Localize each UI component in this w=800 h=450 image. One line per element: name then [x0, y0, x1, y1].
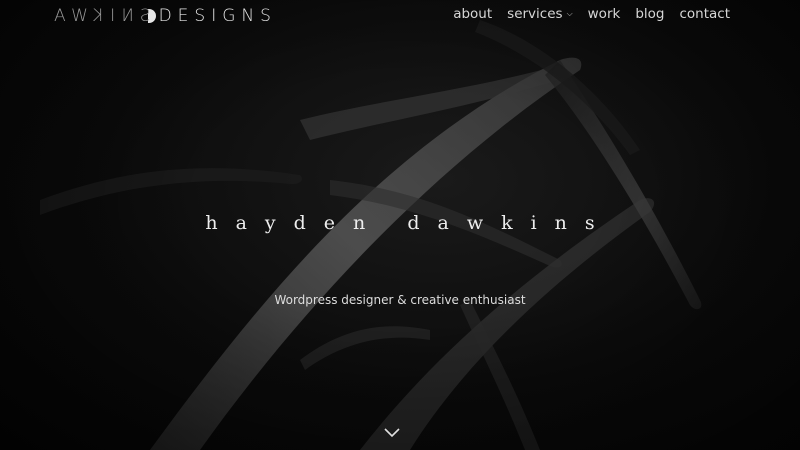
hero-title: hayden dawkins — [205, 212, 613, 234]
nav-item-about[interactable]: about — [453, 6, 492, 22]
nav-item-contact[interactable]: contact — [679, 6, 730, 22]
nav-item-blog-label: blog — [635, 6, 665, 22]
nav-item-work-label: work — [587, 6, 621, 22]
main-nav: about services ⌵ work blog contact — [453, 6, 730, 22]
nav-item-work[interactable]: work — [588, 6, 621, 22]
chevron-down-icon: ⌵ — [566, 9, 573, 18]
site-logo[interactable]: SNIKWA DESIGNS — [48, 4, 277, 28]
nav-item-about-label: about — [453, 6, 493, 22]
chevron-down-icon — [384, 428, 400, 438]
logo-mirrored-text: SNIKWA — [48, 6, 151, 26]
logo-main-text: DESIGNS — [158, 6, 277, 26]
nav-item-blog[interactable]: blog — [635, 6, 664, 22]
nav-item-services[interactable]: services ⌵ — [507, 6, 572, 22]
scroll-down-button[interactable] — [383, 426, 401, 440]
hero-subtitle: Wordpress designer & creative enthusiast — [274, 293, 526, 307]
nav-item-contact-label: contact — [679, 6, 730, 22]
nav-item-services-label: services — [507, 6, 563, 22]
